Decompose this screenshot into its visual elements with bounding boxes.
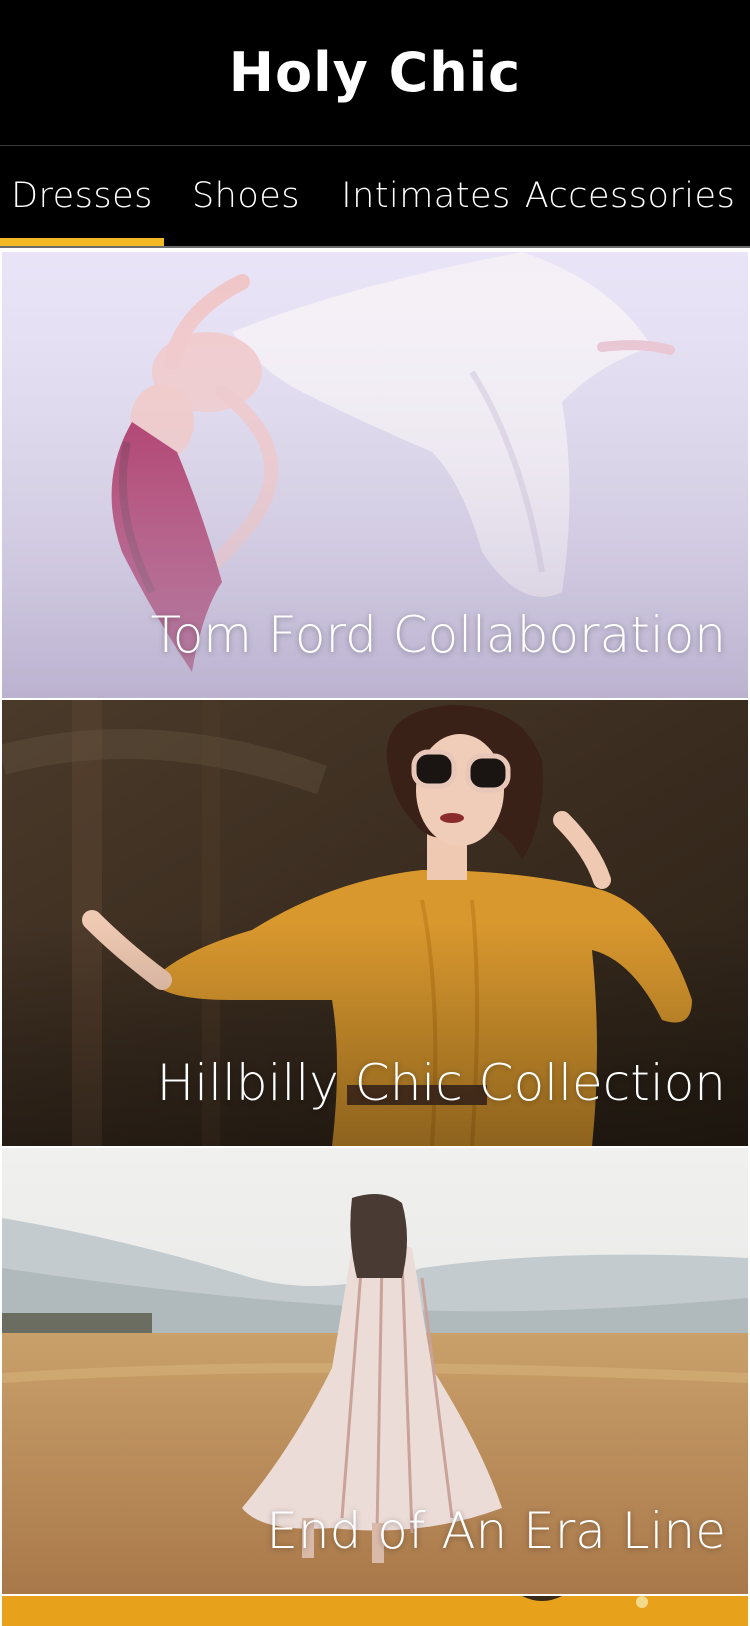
collection-card-tom-ford[interactable]: Tom Ford Collaboration <box>2 252 748 698</box>
collection-title: End of An Era Line <box>266 1502 726 1560</box>
app-header: Holy Chic <box>0 0 750 146</box>
category-tab-bar: Dresses Shoes Intimates Accessories <box>0 146 750 248</box>
tab-dresses[interactable]: Dresses <box>0 146 164 246</box>
collection-title: Hillbilly Chic Collection <box>156 1054 726 1112</box>
tab-accessories[interactable]: Accessories <box>525 146 735 246</box>
app-title: Holy Chic <box>228 41 522 104</box>
collection-title: Tom Ford Collaboration <box>150 606 726 664</box>
collection-card-hillbilly-chic[interactable]: Hillbilly Chic Collection <box>2 700 748 1146</box>
collection-card-end-of-an-era[interactable]: End of An Era Line <box>2 1148 748 1594</box>
yellow-collection-photo <box>2 1596 748 1626</box>
active-tab-indicator <box>0 238 164 246</box>
collection-card-yellow[interactable] <box>2 1596 748 1626</box>
tab-intimates[interactable]: Intimates <box>334 146 518 246</box>
tab-shoes[interactable]: Shoes <box>164 146 328 246</box>
